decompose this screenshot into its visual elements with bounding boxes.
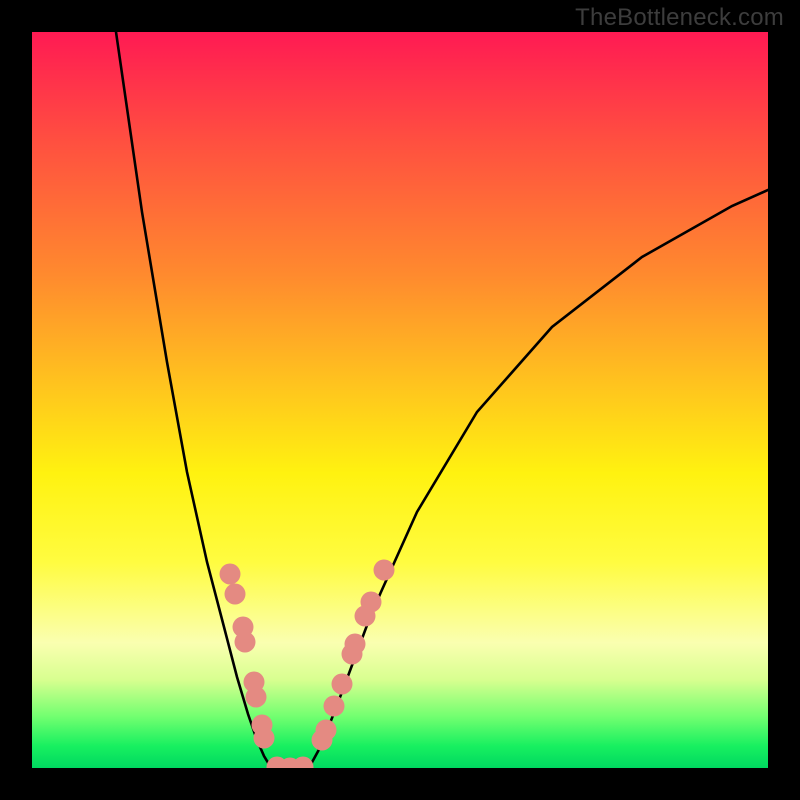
marker-point: [246, 687, 267, 708]
watermark-label: TheBottleneck.com: [575, 4, 784, 32]
curve-group: [116, 32, 768, 768]
marker-group: [220, 560, 395, 769]
marker-point: [293, 757, 314, 769]
marker-point: [235, 632, 256, 653]
marker-point: [316, 720, 337, 741]
outer-frame: TheBottleneck.com: [0, 0, 800, 800]
marker-point: [225, 584, 246, 605]
plot-area: [32, 32, 768, 768]
v-curve: [116, 32, 768, 768]
marker-point: [220, 564, 241, 585]
chart-svg: [32, 32, 768, 768]
marker-point: [345, 634, 366, 655]
marker-point: [254, 728, 275, 749]
marker-point: [374, 560, 395, 581]
marker-point: [361, 592, 382, 613]
marker-point: [324, 696, 345, 717]
marker-point: [332, 674, 353, 695]
